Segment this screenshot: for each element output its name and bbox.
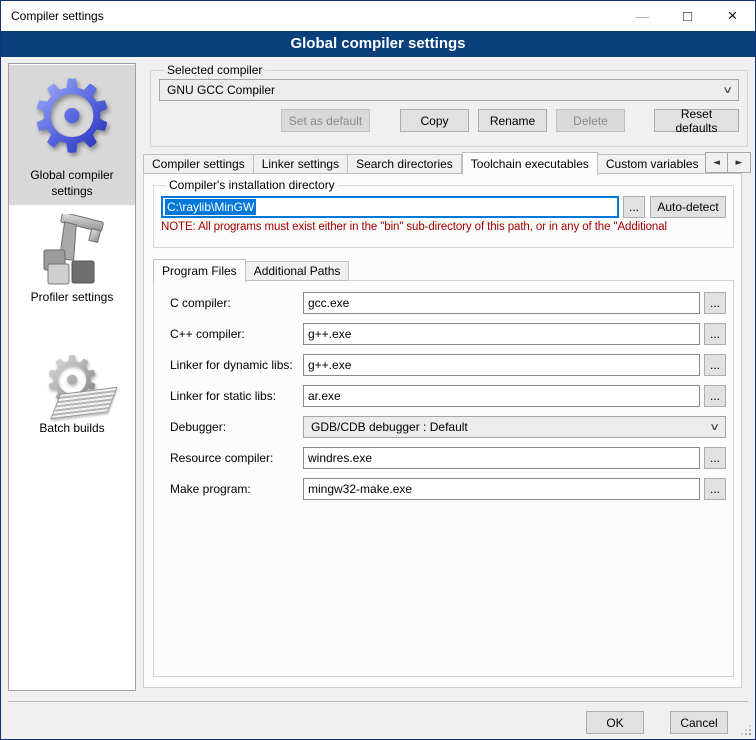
field-row: Resource compiler: windres.exe ...	[170, 447, 726, 469]
window-title: Compiler settings	[1, 9, 620, 23]
programs-tab-strip: Program Files Additional Paths	[153, 258, 349, 281]
tab-search-directories[interactable]: Search directories	[348, 154, 462, 174]
cpp-compiler-value: g++.exe	[308, 327, 351, 341]
compiler-settings-dialog: Compiler settings — □ × Global compiler …	[0, 0, 756, 740]
browse-resource-compiler-button[interactable]: ...	[704, 447, 726, 469]
debugger-select[interactable]: GDB/CDB debugger : Default ∨	[303, 416, 726, 438]
installation-directory-input[interactable]: C:\raylib\MinGW	[161, 196, 619, 218]
resource-compiler-label: Resource compiler:	[170, 451, 303, 465]
sidebar-item-profiler-settings[interactable]: Profiler settings	[9, 211, 135, 312]
delete-button: Delete	[556, 109, 625, 132]
installation-directory-group-label: Compiler's installation directory	[166, 178, 338, 192]
installation-directory-value: C:\raylib\MinGW	[165, 199, 256, 215]
tab-toolchain-executables[interactable]: Toolchain executables	[462, 152, 598, 175]
copy-button[interactable]: Copy	[400, 109, 469, 132]
settings-category-list: ⚙ Global compiler settings	[8, 63, 136, 691]
settings-tab-strip: Compiler settings Linker settings Search…	[143, 151, 741, 174]
minimize-icon: —	[636, 8, 650, 24]
reset-defaults-button[interactable]: Reset defaults	[654, 109, 739, 132]
static-linker-label: Linker for static libs:	[170, 389, 303, 403]
tab-program-files[interactable]: Program Files	[153, 259, 246, 282]
make-program-label: Make program:	[170, 482, 303, 496]
field-row: Debugger: GDB/CDB debugger : Default ∨	[170, 416, 726, 438]
resource-compiler-value: windres.exe	[308, 451, 372, 465]
field-row: Linker for static libs: ar.exe ...	[170, 385, 726, 407]
static-linker-value: ar.exe	[308, 389, 341, 403]
tab-linker-settings[interactable]: Linker settings	[254, 154, 348, 174]
tab-scroll-left-button[interactable]: ◄	[705, 152, 728, 173]
caliper-blocks-icon	[36, 214, 108, 288]
c-compiler-input[interactable]: gcc.exe	[303, 292, 700, 314]
footer-divider	[8, 701, 748, 702]
chevron-down-icon: ∨	[709, 422, 720, 433]
browse-c-compiler-button[interactable]: ...	[704, 292, 726, 314]
minimize-button[interactable]: —	[620, 1, 665, 31]
browse-cpp-compiler-button[interactable]: ...	[704, 323, 726, 345]
sidebar-item-batch-builds[interactable]: ⚙ Batch builds	[9, 340, 135, 443]
maximize-icon: □	[683, 8, 692, 25]
auto-detect-button[interactable]: Auto-detect	[650, 196, 726, 218]
title-bar: Compiler settings — □ ×	[1, 1, 755, 31]
dynamic-linker-label: Linker for dynamic libs:	[170, 358, 303, 372]
bin-subdirectory-note: NOTE: All programs must exist either in …	[161, 221, 726, 233]
maximize-button[interactable]: □	[665, 1, 710, 31]
browse-dynamic-linker-button[interactable]: ...	[704, 354, 726, 376]
sidebar-item-label: Batch builds	[39, 421, 104, 437]
browse-static-linker-button[interactable]: ...	[704, 385, 726, 407]
installation-directory-group: Compiler's installation directory C:\ray…	[153, 178, 734, 248]
chevron-down-icon: ∨	[722, 85, 733, 96]
dynamic-linker-input[interactable]: g++.exe	[303, 354, 700, 376]
cpp-compiler-input[interactable]: g++.exe	[303, 323, 700, 345]
resource-compiler-input[interactable]: windres.exe	[303, 447, 700, 469]
c-compiler-label: C compiler:	[170, 296, 303, 310]
set-as-default-button: Set as default	[281, 109, 370, 132]
blue-gear-icon: ⚙	[27, 69, 117, 165]
right-arrow-icon: ►	[736, 158, 743, 168]
program-files-page: C compiler: gcc.exe ... C++ compiler: g+…	[153, 280, 734, 677]
compiler-select-value: GNU GCC Compiler	[167, 83, 724, 97]
tab-scroll-controls: ◄ ►	[705, 152, 751, 173]
left-arrow-icon: ◄	[713, 158, 720, 168]
field-row: Linker for dynamic libs: g++.exe ...	[170, 354, 726, 376]
tab-additional-paths[interactable]: Additional Paths	[246, 261, 350, 281]
static-linker-input[interactable]: ar.exe	[303, 385, 700, 407]
browse-make-program-button[interactable]: ...	[704, 478, 726, 500]
dynamic-linker-value: g++.exe	[308, 358, 351, 372]
rename-button[interactable]: Rename	[478, 109, 547, 132]
cancel-button[interactable]: Cancel	[670, 711, 728, 734]
tab-scroll-right-button[interactable]: ►	[728, 152, 751, 173]
cpp-compiler-label: C++ compiler:	[170, 327, 303, 341]
page-title: Global compiler settings	[1, 31, 755, 57]
make-program-input[interactable]: mingw32-make.exe	[303, 478, 700, 500]
gray-gear-stack-icon: ⚙	[29, 343, 115, 419]
toolchain-executables-page: Compiler's installation directory C:\ray…	[143, 173, 742, 688]
selected-compiler-group-label: Selected compiler	[164, 63, 265, 77]
compiler-select[interactable]: GNU GCC Compiler ∨	[159, 79, 739, 101]
window-controls: — □ ×	[620, 1, 755, 31]
browse-directory-button[interactable]: ...	[623, 196, 645, 218]
sidebar-item-label: Profiler settings	[31, 290, 114, 306]
close-icon: ×	[728, 6, 738, 26]
field-row: C compiler: gcc.exe ...	[170, 292, 726, 314]
field-row: Make program: mingw32-make.exe ...	[170, 478, 726, 500]
selected-compiler-group: Selected compiler GNU GCC Compiler ∨ Set…	[150, 63, 748, 147]
close-button[interactable]: ×	[710, 1, 755, 31]
tab-compiler-settings[interactable]: Compiler settings	[143, 154, 254, 174]
debugger-value: GDB/CDB debugger : Default	[311, 420, 711, 434]
tab-custom-variables[interactable]: Custom variables	[598, 154, 708, 174]
debugger-label: Debugger:	[170, 420, 303, 434]
compiler-actions: Set as default Copy Rename Delete Reset …	[159, 109, 739, 132]
c-compiler-value: gcc.exe	[308, 296, 349, 310]
resize-grip[interactable]	[741, 725, 751, 735]
ok-button[interactable]: OK	[586, 711, 644, 734]
sidebar-item-global-compiler-settings[interactable]: ⚙ Global compiler settings	[9, 65, 135, 205]
field-row: C++ compiler: g++.exe ...	[170, 323, 726, 345]
make-program-value: mingw32-make.exe	[308, 482, 412, 496]
